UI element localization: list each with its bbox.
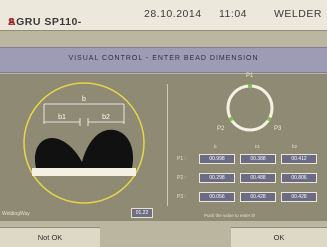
pipe-ring	[226, 84, 274, 132]
value-p2-b1[interactable]: 00.488	[240, 173, 276, 183]
value-p1-b1[interactable]: 00.388	[240, 154, 276, 164]
point-p1-marker	[248, 84, 252, 88]
value-p2-b2[interactable]: 00.806	[281, 173, 317, 183]
date-display: 28.10.2014	[144, 8, 202, 20]
value-p2-b[interactable]: 00.298	[199, 173, 235, 183]
hint-text: Push the value to enter it!	[204, 213, 256, 218]
bead-diagram: b b1 b2	[23, 82, 145, 204]
point-p3-marker	[267, 117, 271, 121]
status-bar: AGRU SP110- S 28.10.2014 11:04 WELDER	[0, 0, 327, 31]
row-label-p2: P2 :	[177, 175, 186, 181]
page-title: VISUAL CONTROL - ENTER BEAD DIMENSION	[68, 55, 259, 62]
weld-bead-shape	[34, 129, 134, 168]
value-p1-b2[interactable]: 00.412	[281, 154, 317, 164]
not-ok-button[interactable]: Not OK	[0, 227, 100, 247]
page-title-bar: VISUAL CONTROL - ENTER BEAD DIMENSION	[0, 47, 327, 73]
pipe-wall	[32, 168, 136, 176]
label-b2: b2	[102, 114, 110, 121]
value-p3-b[interactable]: 00.056	[199, 192, 235, 202]
label-b: b	[82, 96, 86, 103]
col-header-b1: b1	[255, 144, 261, 149]
time-display: 11:04	[219, 8, 247, 20]
row-label-p1: P1 :	[177, 156, 186, 162]
value-p1-b[interactable]: 00.998	[199, 154, 235, 164]
row-label-p3: P3 :	[177, 194, 186, 200]
mode-display: WELDER	[274, 8, 322, 20]
ok-button[interactable]: OK	[231, 227, 327, 247]
point-p1-label: P1	[246, 73, 254, 79]
welding-way-value: 01.22	[131, 208, 153, 218]
point-p3-label: P3	[274, 126, 282, 132]
welding-way-label: WeldingWay	[2, 211, 30, 217]
panel-divider	[167, 84, 168, 206]
welder-screen: AGRU SP110- S 28.10.2014 11:04 WELDER VIS…	[0, 0, 327, 247]
col-header-b: b	[214, 144, 217, 149]
point-p2-label: P2	[217, 126, 225, 132]
value-p3-b1[interactable]: 00.428	[240, 192, 276, 202]
point-p2-marker	[229, 117, 233, 121]
col-header-b2: b2	[292, 144, 298, 149]
label-b1: b1	[58, 114, 66, 121]
value-p3-b2[interactable]: 00.428	[281, 192, 317, 202]
